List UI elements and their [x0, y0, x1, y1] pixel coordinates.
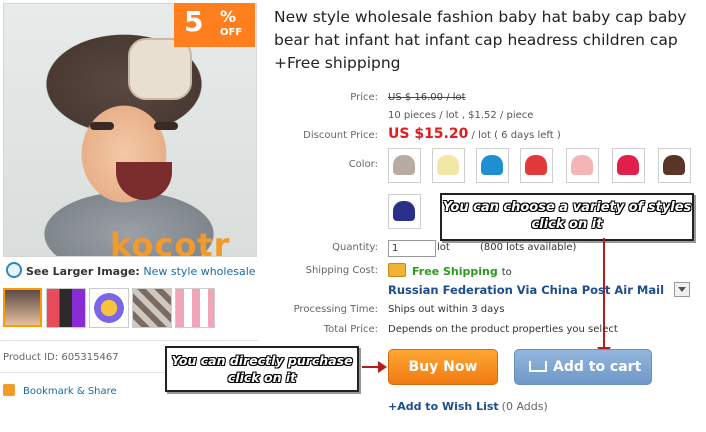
see-larger-image[interactable]: See Larger Image: New style wholesale	[6, 262, 256, 278]
price-label: Price:	[350, 92, 378, 103]
quantity-input[interactable]	[388, 240, 436, 257]
cart-icon	[529, 361, 547, 372]
baby-mouth	[116, 162, 172, 200]
discount-price-label: Discount Price:	[303, 130, 378, 141]
see-larger-link[interactable]: New style wholesale	[143, 265, 255, 278]
baby-eye-right	[154, 122, 178, 130]
ship-to: to	[501, 267, 512, 278]
wishlist-row: +Add to Wish List (0 Adds)	[388, 400, 548, 413]
hat-icon	[437, 155, 459, 175]
product-id: Product ID: 605315467	[3, 352, 119, 363]
color-swatch-brown[interactable]	[658, 148, 691, 183]
divider	[0, 340, 258, 341]
total-price-label: Total Price:	[323, 324, 378, 335]
see-larger-label: See Larger Image:	[26, 265, 140, 278]
styles-callout: You can choose a variety of styles click…	[440, 193, 694, 241]
thumbnail-3[interactable]	[89, 288, 129, 328]
shipping-method-dropdown[interactable]	[674, 282, 690, 297]
baby-eye-left	[90, 122, 114, 130]
bookmark-label: Bookmark & Share	[23, 386, 117, 397]
shipping-method[interactable]: Russian Federation Via China Post Air Ma…	[388, 283, 664, 297]
discount-badge: 5 % OFF	[174, 3, 255, 47]
thumbnail-1[interactable]	[3, 288, 42, 327]
buy-callout: You can directly purchase click on it	[165, 346, 359, 392]
discount-percent: 5	[184, 5, 204, 38]
wishlist-count: (0 Adds)	[501, 400, 548, 413]
free-shipping: Free Shipping	[412, 265, 498, 278]
truck-icon	[388, 263, 406, 277]
magnifier-icon	[6, 262, 22, 278]
days-left: ( 6 days left )	[494, 130, 561, 141]
hat-icon	[663, 155, 685, 175]
color-swatch-rose[interactable]	[612, 148, 645, 183]
quantity-label: Quantity:	[332, 242, 378, 253]
discount-percent-sign: %	[220, 7, 237, 26]
add-to-wishlist-link[interactable]: +Add to Wish List	[388, 400, 499, 413]
processing-time-value: Ships out within 3 days	[388, 304, 505, 315]
original-price: US $ 16.00 / lot	[388, 92, 466, 103]
shipping-cost-label: Shipping Cost:	[305, 265, 378, 276]
add-to-cart-label: Add to cart	[553, 359, 642, 375]
total-price-value: Depends on the product properties you se…	[388, 324, 618, 335]
add-to-cart-button[interactable]: Add to cart	[514, 349, 652, 385]
product-title: New style wholesale fashion baby hat bab…	[274, 8, 687, 72]
thumbnail-5[interactable]	[175, 288, 215, 328]
lots-available: (800 lots available)	[480, 242, 577, 253]
color-swatch-pink[interactable]	[566, 148, 599, 183]
color-swatch-cream[interactable]	[432, 148, 465, 183]
hat-icon	[525, 155, 547, 175]
chevron-down-icon	[678, 287, 686, 292]
hat-icon	[393, 155, 415, 175]
color-swatch-grey[interactable]	[388, 148, 421, 183]
hat-icon	[481, 155, 503, 175]
styles-callout-text: You can choose a variety of styles click…	[442, 200, 692, 232]
hat-icon	[393, 201, 415, 221]
discount-price: US $15.20	[388, 126, 469, 142]
bulk-price-info: 10 pieces / lot , $1.52 / piece	[388, 110, 534, 121]
hat-icon	[571, 155, 593, 175]
thumbnail-2[interactable]	[46, 288, 86, 328]
thumbnail-4[interactable]	[132, 288, 172, 328]
color-swatch-blue[interactable]	[476, 148, 509, 183]
processing-time-label: Processing Time:	[293, 304, 378, 315]
buy-now-button[interactable]: Buy Now	[388, 349, 498, 385]
buy-callout-text: You can directly purchase click on it	[171, 353, 353, 385]
discount-unit: / lot	[468, 130, 491, 141]
discount-price-row: US $15.20 / lot ( 6 days left )	[388, 126, 561, 142]
bookmark-icon	[3, 384, 15, 396]
discount-off-label: OFF	[220, 27, 243, 38]
brand-watermark: kocotr	[110, 226, 231, 257]
color-swatch-red[interactable]	[520, 148, 553, 183]
color-label: Color:	[348, 159, 378, 170]
hat-icon	[617, 155, 639, 175]
arrow-head-icon	[378, 361, 387, 373]
color-swatch-navy[interactable]	[388, 194, 421, 229]
quantity-unit: lot	[437, 242, 450, 253]
shipping-row: Free Shipping to	[388, 263, 512, 278]
bear-patch	[128, 38, 192, 100]
bookmark-share[interactable]: Bookmark & Share	[3, 384, 117, 397]
